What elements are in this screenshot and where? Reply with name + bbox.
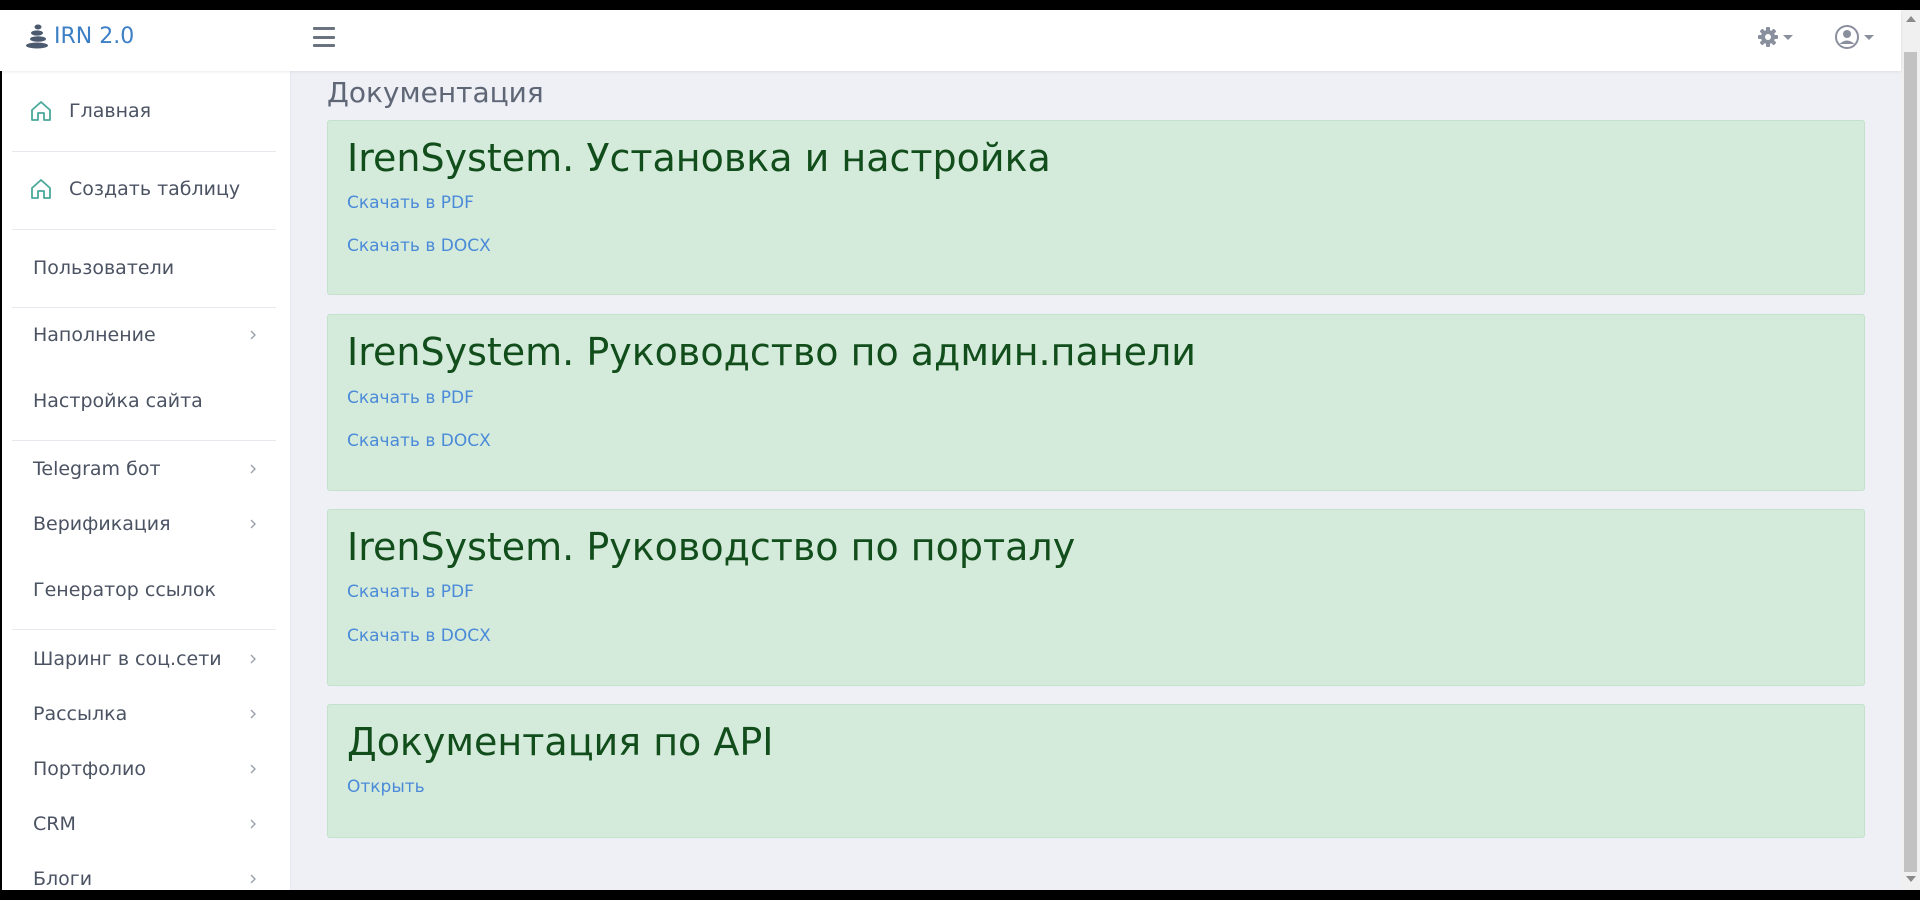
sidebar-item-crm[interactable]: CRM	[2, 804, 290, 844]
chevron-right-icon	[250, 464, 256, 474]
doc-card-install: IrenSystem. Установка и настройка Скачат…	[327, 120, 1865, 295]
sidebar-item-users[interactable]: Пользователи	[2, 248, 290, 288]
sidebar-item-create-table[interactable]: Создать таблицу	[2, 169, 290, 209]
sidebar-item-label: Пользователи	[33, 257, 175, 279]
home-icon	[31, 179, 51, 199]
chevron-right-icon	[250, 709, 256, 719]
sidebar: Главная Создать таблицу Пользователи Нап…	[2, 71, 291, 890]
sidebar-item-link-generator[interactable]: Генератор ссылок	[2, 570, 290, 610]
sidebar-item-label: Шаринг в соц.сети	[33, 648, 222, 670]
sidebar-item-label: Наполнение	[33, 324, 156, 346]
card-title: Документация по API	[347, 720, 774, 764]
download-docx-link[interactable]: Скачать в DOCX	[347, 236, 491, 256]
sidebar-item-label: Блоги	[33, 868, 93, 890]
download-pdf-link[interactable]: Скачать в PDF	[347, 582, 474, 602]
download-pdf-link[interactable]: Скачать в PDF	[347, 193, 474, 213]
download-pdf-link[interactable]: Скачать в PDF	[347, 388, 474, 408]
sidebar-divider	[12, 151, 276, 152]
user-circle-icon	[1835, 25, 1859, 49]
chevron-right-icon	[250, 654, 256, 664]
settings-dropdown-button[interactable]	[1757, 24, 1793, 50]
sidebar-item-label: Настройка сайта	[33, 390, 203, 412]
home-icon	[31, 101, 51, 121]
caret-down-icon	[1864, 34, 1874, 40]
stones-logo-icon	[26, 24, 48, 49]
sidebar-item-blogs[interactable]: Блоги	[2, 859, 290, 890]
chevron-right-icon	[250, 519, 256, 529]
user-dropdown-button[interactable]	[1834, 24, 1874, 50]
sidebar-item-label: Рассылка	[33, 703, 128, 725]
sidebar-divider	[12, 629, 276, 630]
sidebar-item-label: CRM	[33, 813, 76, 835]
gear-icon	[1758, 27, 1778, 47]
main-content: Документация IrenSystem. Установка и нас…	[291, 71, 1901, 890]
sidebar-item-portfolio[interactable]: Портфолио	[2, 749, 290, 789]
sidebar-divider	[12, 440, 276, 441]
sidebar-item-telegram-bot[interactable]: Telegram бот	[2, 449, 290, 489]
chevron-right-icon	[250, 874, 256, 884]
sidebar-item-verification[interactable]: Верификация	[2, 504, 290, 544]
brand-logo[interactable]: IRN 2.0	[24, 20, 134, 52]
sidebar-item-social-sharing[interactable]: Шаринг в соц.сети	[2, 639, 290, 679]
sidebar-divider	[12, 307, 276, 308]
sidebar-divider	[12, 229, 276, 230]
sidebar-item-label: Telegram бот	[33, 458, 161, 480]
top-navbar: IRN 2.0	[0, 10, 1901, 71]
download-docx-link[interactable]: Скачать в DOCX	[347, 431, 491, 451]
sidebar-item-label: Портфолио	[33, 758, 147, 780]
sidebar-item-label: Генератор ссылок	[33, 579, 217, 601]
page-title: Документация	[327, 76, 544, 109]
menu-toggle-button[interactable]	[313, 27, 335, 47]
open-link[interactable]: Открыть	[347, 777, 425, 797]
scroll-up-arrow-icon[interactable]	[1906, 16, 1916, 22]
chevron-right-icon	[250, 819, 256, 829]
doc-card-api: Документация по API Открыть	[327, 704, 1865, 838]
sidebar-item-label: Создать таблицу	[69, 178, 241, 200]
page-scrollbar[interactable]	[1901, 10, 1920, 890]
brand-text: IRN 2.0	[54, 23, 135, 49]
chevron-right-icon	[250, 330, 256, 340]
sidebar-item-mailing[interactable]: Рассылка	[2, 694, 290, 734]
sidebar-item-label: Главная	[69, 100, 152, 122]
card-title: IrenSystem. Руководство по админ.панели	[347, 330, 1196, 374]
card-title: IrenSystem. Руководство по порталу	[347, 525, 1076, 569]
sidebar-item-site-settings[interactable]: Настройка сайта	[2, 381, 290, 421]
sidebar-item-home[interactable]: Главная	[2, 91, 290, 131]
chevron-right-icon	[250, 764, 256, 774]
scroll-thumb[interactable]	[1904, 52, 1917, 872]
menu-icon	[313, 27, 335, 30]
doc-card-portal: IrenSystem. Руководство по порталу Скача…	[327, 509, 1865, 686]
download-docx-link[interactable]: Скачать в DOCX	[347, 626, 491, 646]
sidebar-item-content[interactable]: Наполнение	[2, 315, 290, 355]
sidebar-item-label: Верификация	[33, 513, 171, 535]
card-title: IrenSystem. Установка и настройка	[347, 136, 1051, 180]
scroll-down-arrow-icon[interactable]	[1906, 876, 1916, 882]
doc-card-admin-panel: IrenSystem. Руководство по админ.панели …	[327, 314, 1865, 491]
caret-down-icon	[1783, 34, 1793, 40]
